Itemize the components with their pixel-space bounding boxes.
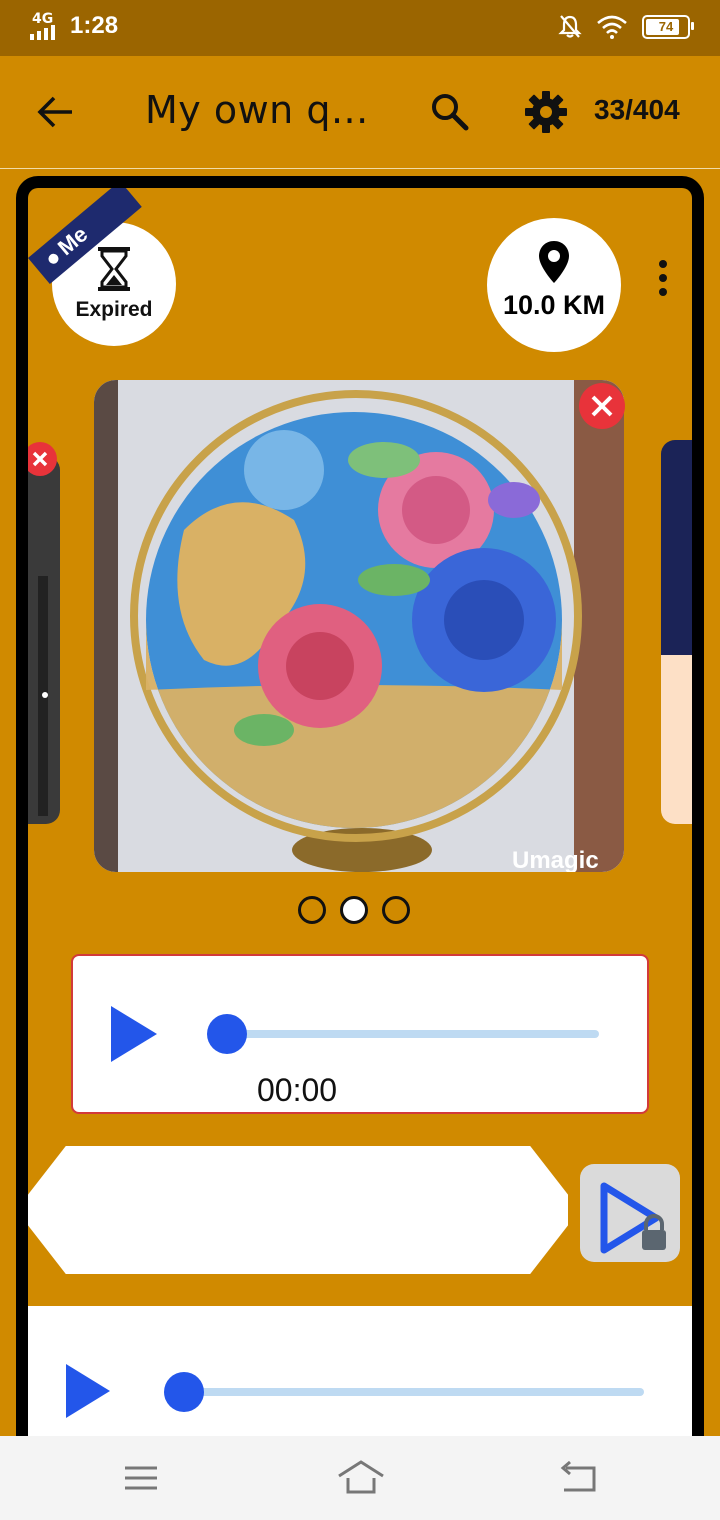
- wifi-icon: [597, 15, 627, 39]
- previous-image[interactable]: [28, 456, 60, 824]
- image-watermark: Umagic: [512, 847, 599, 872]
- close-icon[interactable]: [578, 382, 626, 430]
- back-arrow-icon[interactable]: [34, 90, 78, 134]
- status-bar: 4G 1:28 74: [0, 0, 720, 56]
- home-icon[interactable]: [336, 1456, 386, 1500]
- carousel-image[interactable]: Umagic: [94, 380, 624, 872]
- search-icon[interactable]: [428, 90, 472, 134]
- play-icon[interactable]: [62, 1362, 114, 1420]
- carousel-dot[interactable]: [298, 896, 326, 924]
- carousel-dot-active[interactable]: [340, 896, 368, 924]
- status-time: 1:28: [70, 12, 119, 39]
- more-options-icon[interactable]: [648, 254, 678, 312]
- app-bar: My own q... 33/404: [0, 56, 720, 169]
- system-nav-bar: [0, 1436, 720, 1520]
- audio-seek-track[interactable]: [188, 1388, 644, 1396]
- audio-time: 00:00: [257, 1072, 338, 1108]
- locked-play-icon: [600, 1182, 666, 1254]
- signal-icon: 4G: [30, 12, 62, 40]
- back-icon[interactable]: [558, 1458, 600, 1498]
- carousel-dot[interactable]: [382, 896, 410, 924]
- audio-player: 00:00: [71, 954, 649, 1114]
- audio-seek-thumb[interactable]: [164, 1372, 204, 1412]
- audio-seek-thumb[interactable]: [207, 1014, 247, 1054]
- item-counter: 33/404: [594, 94, 680, 125]
- close-icon[interactable]: [28, 442, 62, 476]
- locked-play-button[interactable]: [580, 1164, 680, 1262]
- post-card: Expired Me 10.0 KM Umagic 00:00: [16, 176, 704, 1476]
- page-title: My own q...: [145, 88, 369, 132]
- audio-seek-track[interactable]: [213, 1030, 599, 1038]
- gear-icon[interactable]: [522, 88, 570, 136]
- location-pin-icon: [539, 241, 569, 283]
- expired-label: Expired: [75, 298, 153, 321]
- distance-badge[interactable]: 10.0 KM: [487, 218, 621, 352]
- message-bubble[interactable]: [28, 1146, 568, 1274]
- status-left: 4G 1:28: [30, 12, 118, 40]
- menu-icon[interactable]: [122, 1458, 160, 1498]
- play-icon[interactable]: [107, 1004, 161, 1064]
- carousel-indicator: [298, 896, 410, 924]
- distance-label: 10.0 KM: [502, 290, 606, 320]
- next-image[interactable]: [661, 440, 692, 824]
- battery-icon: 74: [642, 15, 694, 39]
- globe-roses-image: Umagic: [94, 380, 624, 872]
- mute-icon: [558, 15, 582, 38]
- battery-level: 74: [658, 19, 674, 34]
- network-type: 4G: [32, 11, 54, 27]
- hourglass-icon: [98, 247, 130, 291]
- status-right: 74: [558, 14, 694, 40]
